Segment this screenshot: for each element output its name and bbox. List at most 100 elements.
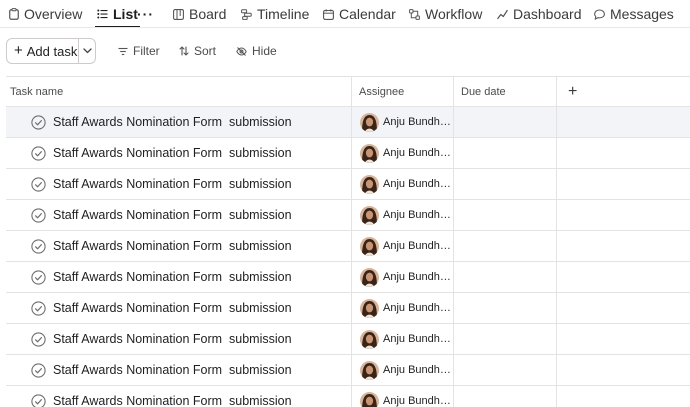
column-header-due-date[interactable]: Due date (457, 77, 506, 107)
column-divider (453, 169, 454, 199)
column-divider (351, 262, 352, 292)
assignee-name[interactable]: Anju Bundhun (383, 169, 451, 199)
column-header-assignee[interactable]: Assignee (355, 77, 404, 107)
task-name[interactable]: Staff Awards Nomination Form submission (53, 324, 292, 354)
task-name[interactable]: Staff Awards Nomination Form submission (53, 169, 292, 199)
check-circle-icon[interactable] (31, 301, 46, 316)
avatar[interactable] (360, 175, 379, 194)
add-task-dropdown-button[interactable] (79, 39, 95, 63)
avatar[interactable] (360, 113, 379, 132)
tab-list[interactable]: List (95, 0, 140, 28)
column-divider (351, 200, 352, 230)
table-row[interactable]: Staff Awards Nomination Form submission … (6, 107, 690, 138)
due-date-cell[interactable] (457, 138, 556, 168)
avatar[interactable] (360, 237, 379, 256)
tab-calendar-label: Calendar (339, 6, 396, 22)
add-task-button[interactable]: + Add task (7, 39, 80, 63)
assignee-name[interactable]: Anju Bundhun (383, 293, 451, 323)
check-circle-icon[interactable] (31, 270, 46, 285)
tab-overview[interactable]: Overview (9, 0, 82, 28)
assignee-name[interactable]: Anju Bundhun (383, 324, 451, 354)
column-header-task-name[interactable]: Task name (6, 77, 63, 107)
task-name[interactable]: Staff Awards Nomination Form submission (53, 138, 292, 168)
task-name[interactable]: Staff Awards Nomination Form submission (53, 231, 292, 261)
task-name[interactable]: Staff Awards Nomination Form submission (53, 107, 292, 137)
table-row[interactable]: Staff Awards Nomination Form submission … (6, 262, 690, 293)
column-divider (453, 262, 454, 292)
table-row[interactable]: Staff Awards Nomination Form submission … (6, 169, 690, 200)
avatar[interactable] (360, 206, 379, 225)
column-divider (453, 138, 454, 168)
sort-button[interactable]: Sort (179, 38, 216, 64)
due-date-cell[interactable] (457, 262, 556, 292)
assignee-name[interactable]: Anju Bundhun (383, 231, 451, 261)
assignee-name[interactable]: Anju Bundhun (383, 262, 451, 292)
column-divider (556, 107, 557, 137)
table-row[interactable]: Staff Awards Nomination Form submission … (6, 231, 690, 262)
due-date-cell[interactable] (457, 169, 556, 199)
due-date-cell[interactable] (457, 293, 556, 323)
due-date-cell[interactable] (457, 107, 556, 137)
check-circle-icon[interactable] (31, 394, 46, 407)
avatar[interactable] (360, 330, 379, 349)
assignee-name[interactable]: Anju Bundhun (383, 355, 451, 385)
tab-calendar[interactable]: Calendar (323, 0, 396, 28)
tab-board[interactable]: Board (173, 0, 226, 28)
table-row[interactable]: Staff Awards Nomination Form submission … (6, 355, 690, 386)
column-divider (453, 77, 454, 106)
column-divider (556, 169, 557, 199)
tab-messages[interactable]: Messages (594, 0, 674, 28)
avatar[interactable] (360, 361, 379, 380)
table-row[interactable]: Staff Awards Nomination Form submission … (6, 386, 690, 407)
due-date-cell[interactable] (457, 324, 556, 354)
task-table: Task name Assignee Due date + Staff Awar… (6, 76, 690, 407)
eye-off-icon (236, 46, 247, 56)
task-name[interactable]: Staff Awards Nomination Form submission (53, 386, 292, 407)
plus-icon: + (14, 42, 23, 59)
calendar-icon (323, 8, 334, 20)
task-name[interactable]: Staff Awards Nomination Form submission (53, 355, 292, 385)
dashboard-icon (497, 9, 508, 19)
due-date-cell[interactable] (457, 200, 556, 230)
assignee-name[interactable]: Anju Bundhun (383, 138, 451, 168)
due-date-cell[interactable] (457, 386, 556, 407)
add-column-button[interactable]: + (568, 77, 577, 107)
tab-workflow[interactable]: Workflow (409, 0, 482, 28)
check-circle-icon[interactable] (31, 208, 46, 223)
check-circle-icon[interactable] (31, 115, 46, 130)
table-row[interactable]: Staff Awards Nomination Form submission … (6, 200, 690, 231)
avatar[interactable] (360, 299, 379, 318)
assignee-name[interactable]: Anju Bundhun (383, 386, 451, 407)
due-date-cell[interactable] (457, 231, 556, 261)
tab-timeline-label: Timeline (257, 6, 310, 22)
avatar[interactable] (360, 144, 379, 163)
tab-dashboard[interactable]: Dashboard (497, 0, 582, 28)
column-divider (453, 293, 454, 323)
hide-button[interactable]: Hide (236, 38, 277, 64)
avatar[interactable] (360, 392, 379, 407)
check-circle-icon[interactable] (31, 332, 46, 347)
task-name[interactable]: Staff Awards Nomination Form submission (53, 293, 292, 323)
filter-button[interactable]: Filter (118, 38, 160, 64)
check-circle-icon[interactable] (31, 363, 46, 378)
tab-timeline[interactable]: Timeline (241, 0, 309, 28)
table-row[interactable]: Staff Awards Nomination Form submission … (6, 293, 690, 324)
table-row[interactable]: Staff Awards Nomination Form submission … (6, 324, 690, 355)
column-divider (351, 169, 352, 199)
assignee-name[interactable]: Anju Bundhun (383, 200, 451, 230)
assignee-name[interactable]: Anju Bundhun (383, 107, 451, 137)
table-row[interactable]: Staff Awards Nomination Form submission … (6, 138, 690, 169)
avatar[interactable] (360, 268, 379, 287)
tab-more-icon[interactable]: ··· (137, 0, 154, 28)
tabs-divider (0, 27, 690, 28)
task-name[interactable]: Staff Awards Nomination Form submission (53, 200, 292, 230)
due-date-cell[interactable] (457, 355, 556, 385)
check-circle-icon[interactable] (31, 177, 46, 192)
task-name[interactable]: Staff Awards Nomination Form submission (53, 262, 292, 292)
check-circle-icon[interactable] (31, 239, 46, 254)
clipboard-icon (9, 8, 19, 20)
check-circle-icon[interactable] (31, 146, 46, 161)
sort-icon (179, 46, 189, 56)
column-divider (453, 386, 454, 407)
board-icon (173, 8, 184, 20)
